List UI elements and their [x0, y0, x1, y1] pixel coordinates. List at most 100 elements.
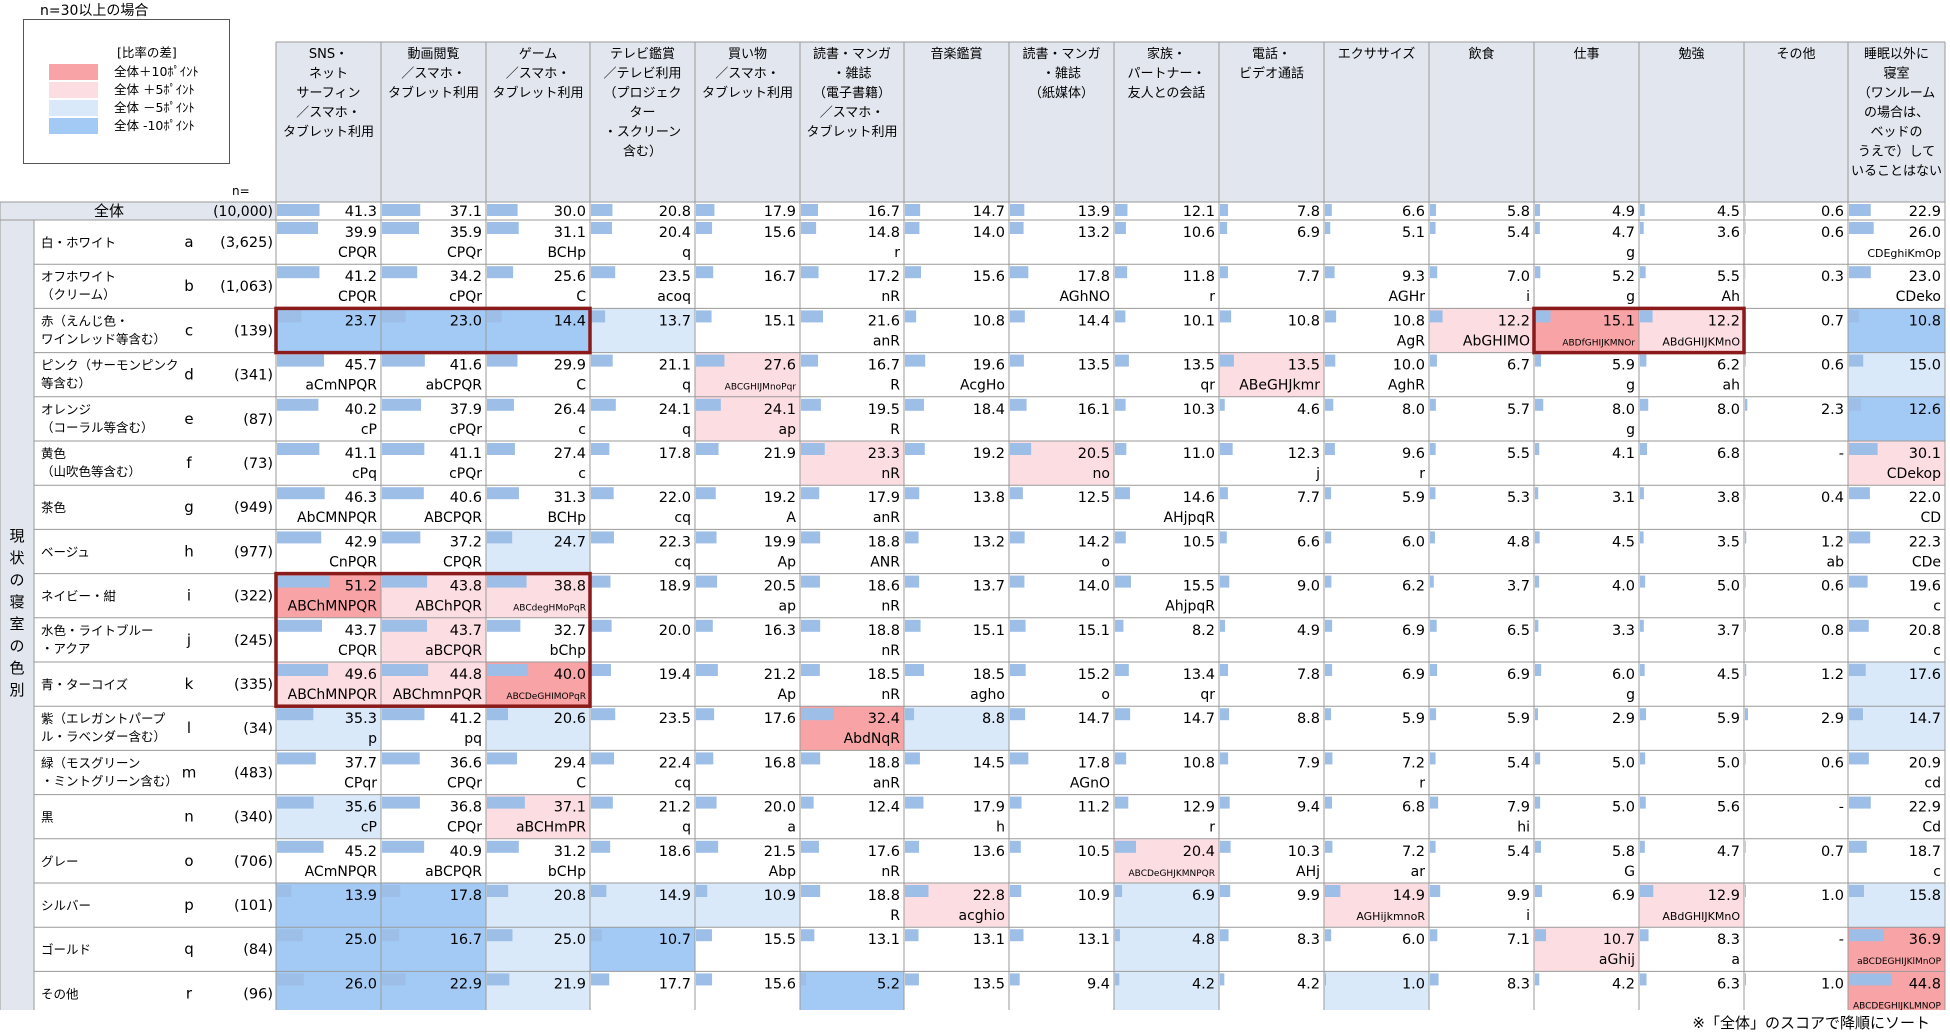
- row-n: (977): [234, 544, 273, 560]
- value-bar: [1220, 443, 1233, 455]
- cell-value: 22.4: [659, 755, 691, 771]
- cell-value: 20.6: [554, 711, 586, 727]
- side-label-char: 状: [9, 549, 24, 567]
- value-bar: [277, 398, 319, 411]
- cell-value: 10.8: [1393, 313, 1425, 329]
- cell-value: 4.7: [1612, 225, 1635, 241]
- row-n: (335): [234, 677, 273, 693]
- value-bar: [1535, 443, 1540, 455]
- cell-significance: ABChPQR: [415, 599, 482, 615]
- value-bar: [1010, 575, 1025, 588]
- value-bar: [1430, 929, 1438, 942]
- value-bar: [801, 310, 824, 323]
- cell-value: 20.4: [1183, 844, 1215, 860]
- column-header: ・スクリーン: [604, 125, 681, 140]
- cell-significance: r: [1209, 820, 1215, 836]
- cell-value: 20.8: [1909, 623, 1941, 639]
- cell-significance: i: [1526, 289, 1530, 305]
- value-bar: [591, 752, 615, 765]
- cell-value: 9.6: [1402, 446, 1425, 462]
- cell-value: 13.7: [973, 579, 1005, 595]
- cell-value: 1.0: [1821, 888, 1844, 904]
- cell-significance: ABCDeGHIMOPqR: [506, 692, 586, 702]
- cell-value: 21.9: [554, 976, 586, 992]
- cell-significance: no: [1093, 466, 1110, 482]
- cell-value: 13.4: [1183, 667, 1215, 683]
- value-bar: [277, 443, 320, 455]
- value-bar: [277, 840, 324, 853]
- value-bar: [1115, 796, 1129, 809]
- crosstab-table: SNS・ ネット サーフィン ／スマホ・ タブレット利用 動画閲覧 ／スマホ・ タブレット利用…: [0, 40, 1950, 1010]
- value-bar: [1849, 885, 1865, 897]
- cell-value: 21.2: [764, 667, 796, 683]
- value-bar: [1115, 973, 1120, 986]
- value-bar: [382, 840, 425, 853]
- cell-significance: qr: [1200, 378, 1215, 394]
- value-bar: [905, 885, 929, 897]
- value-bar: [1849, 266, 1871, 279]
- value-bar: [277, 531, 322, 544]
- cell-value: 37.2: [450, 534, 482, 550]
- cell-value: 13.9: [345, 888, 377, 904]
- column-header: 勉強: [1678, 47, 1704, 62]
- value-bar: [382, 929, 400, 942]
- row-label: 黄色: [41, 446, 67, 461]
- cell-significance: nR: [881, 466, 900, 482]
- row-label: （山吹色等含む）: [41, 464, 141, 479]
- value-bar: [696, 752, 714, 765]
- column-header: タブレット利用: [492, 85, 583, 101]
- value-bar: [1430, 204, 1436, 216]
- total-row-label: 全体: [94, 202, 124, 220]
- row-code: g: [184, 498, 194, 516]
- value-bar: [487, 973, 510, 986]
- value-bar: [1640, 885, 1654, 897]
- cell-value: 23.3: [868, 446, 900, 462]
- value-bar: [591, 575, 611, 588]
- cell-significance: AcgHo: [960, 378, 1005, 394]
- cell-value: 20.5: [764, 579, 796, 595]
- column-header: の場合は、: [1864, 106, 1929, 121]
- value-bar: [1010, 796, 1022, 809]
- cell-value: 10.9: [764, 888, 796, 904]
- cell-value: 5.9: [1507, 711, 1530, 727]
- cell-value: 4.8: [1192, 932, 1215, 948]
- cell-value: 9.9: [1507, 888, 1530, 904]
- cell-value: 3.3: [1612, 623, 1635, 639]
- cell-value: 0.8: [1821, 623, 1844, 639]
- value-bar: [801, 840, 819, 853]
- cell-value: 1.2: [1821, 667, 1844, 683]
- value-bar: [1430, 664, 1438, 676]
- cell-value: 14.2: [1078, 534, 1110, 550]
- cell-value: 18.7: [1909, 844, 1941, 860]
- value-bar: [1849, 398, 1861, 411]
- value-bar: [1535, 398, 1544, 411]
- cell-significance: ABChMNPQR: [288, 687, 378, 703]
- value-bar: [1640, 222, 1644, 234]
- value-bar: [487, 266, 514, 279]
- cell-value: 14.7: [1909, 711, 1941, 727]
- value-bar: [1220, 575, 1230, 588]
- column-header: （ワンルーム: [1858, 86, 1936, 101]
- cell-value: 24.1: [659, 402, 691, 418]
- column-header: 含む）: [623, 144, 662, 160]
- value-bar: [1430, 487, 1436, 500]
- cell-value: 5.8: [1612, 844, 1635, 860]
- value-bar: [1220, 929, 1229, 942]
- cell-value: 3.6: [1717, 225, 1740, 241]
- cell-value: 21.9: [764, 446, 796, 462]
- value-bar: [591, 354, 613, 367]
- value-bar: [1535, 708, 1538, 721]
- value-bar: [1115, 204, 1128, 216]
- cell-significance: q: [682, 820, 691, 836]
- cell-value: 10.8: [1288, 313, 1320, 329]
- total-value: 7.8: [1297, 204, 1320, 220]
- cell-significance: AgR: [1397, 333, 1425, 349]
- cell-significance: nR: [881, 864, 900, 880]
- cell-value: 23.5: [659, 269, 691, 285]
- cell-value: 5.0: [1717, 579, 1740, 595]
- cell-value: 6.9: [1402, 623, 1425, 639]
- column-header: タブレット利用: [806, 124, 897, 140]
- cell-value: 2.9: [1821, 711, 1844, 727]
- cell-value: 6.7: [1507, 358, 1530, 374]
- value-bar: [1849, 443, 1878, 455]
